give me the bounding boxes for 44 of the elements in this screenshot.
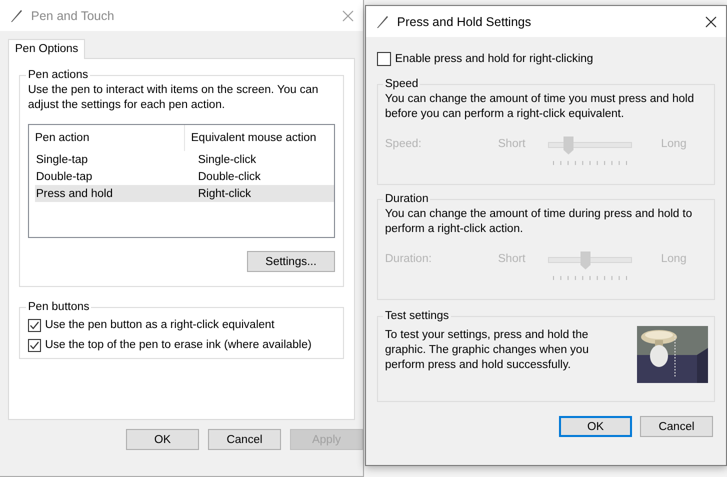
column-header[interactable]: Pen action	[29, 125, 185, 151]
slider-min-label: Short	[498, 138, 526, 150]
list-row[interactable]: Press and hold Right-click	[35, 185, 334, 202]
window-title: Pen and Touch	[31, 8, 116, 22]
dialog-button[interactable]: Cancel	[208, 429, 281, 450]
window-title: Press and Hold Settings	[397, 14, 532, 28]
list-cell-text: Double-click	[197, 170, 261, 182]
list-cell-text: Single-click	[197, 154, 256, 166]
list-row[interactable]: Single-tap Single-click	[35, 151, 334, 168]
list-cell-text: Right-click	[197, 188, 252, 200]
checkbox[interactable]	[28, 318, 41, 332]
slider-min-label: Short	[498, 253, 526, 265]
close-icon[interactable]	[705, 16, 717, 28]
checkbox-label: Use the pen button as a right-click equivalent	[45, 319, 274, 331]
pen-icon	[375, 14, 389, 28]
group-label: Test settings	[384, 310, 450, 322]
dialog-button[interactable]: OK	[126, 429, 199, 450]
checkbox[interactable]	[377, 52, 391, 66]
column-header[interactable]: Equivalent mouse action	[185, 125, 316, 151]
checkbox[interactable]	[28, 338, 41, 352]
description: You can change the amount of time during press and hold to perform a right-click action.	[385, 207, 694, 237]
settings-button[interactable]: Settings...	[247, 251, 335, 272]
slider-max-label: Long	[661, 253, 687, 265]
slider-label: Speed:	[385, 138, 422, 150]
description: You can change the amount of time you must press and hold before you can perform a right-click equivalent.	[385, 92, 695, 122]
checkbox-label: Use the top of the pen to erase ink (where available)	[45, 339, 312, 351]
description: Use the pen to interact with items on the screen. You can adjust the settings for each pen action.	[28, 83, 320, 113]
dialog-button[interactable]: OK	[559, 416, 632, 437]
tab[interactable]: Pen Options	[8, 39, 86, 59]
slider-max-label: Long	[661, 138, 687, 150]
description: To test your settings, press and hold the graphic. The graphic changes when you perform press and hold successfully.	[385, 328, 590, 373]
group-label: Pen buttons	[27, 301, 90, 313]
list-cell-text: Single-tap	[35, 154, 89, 166]
checkbox-label: Enable press and hold for right-clicking	[395, 53, 594, 65]
group-label: Duration	[384, 193, 430, 205]
group-label: Pen actions	[27, 69, 90, 81]
group-label: Speed	[384, 78, 420, 90]
list-cell-text: Press and hold	[35, 188, 114, 200]
lightbulb-drawing[interactable]	[637, 326, 708, 383]
list-cell-text: Double-tap	[35, 170, 94, 182]
slider-label: Duration:	[385, 253, 433, 265]
pen-icon	[9, 8, 23, 22]
list-row[interactable]: Double-tap Double-click	[35, 168, 334, 185]
dialog-button[interactable]: Cancel	[640, 416, 713, 437]
